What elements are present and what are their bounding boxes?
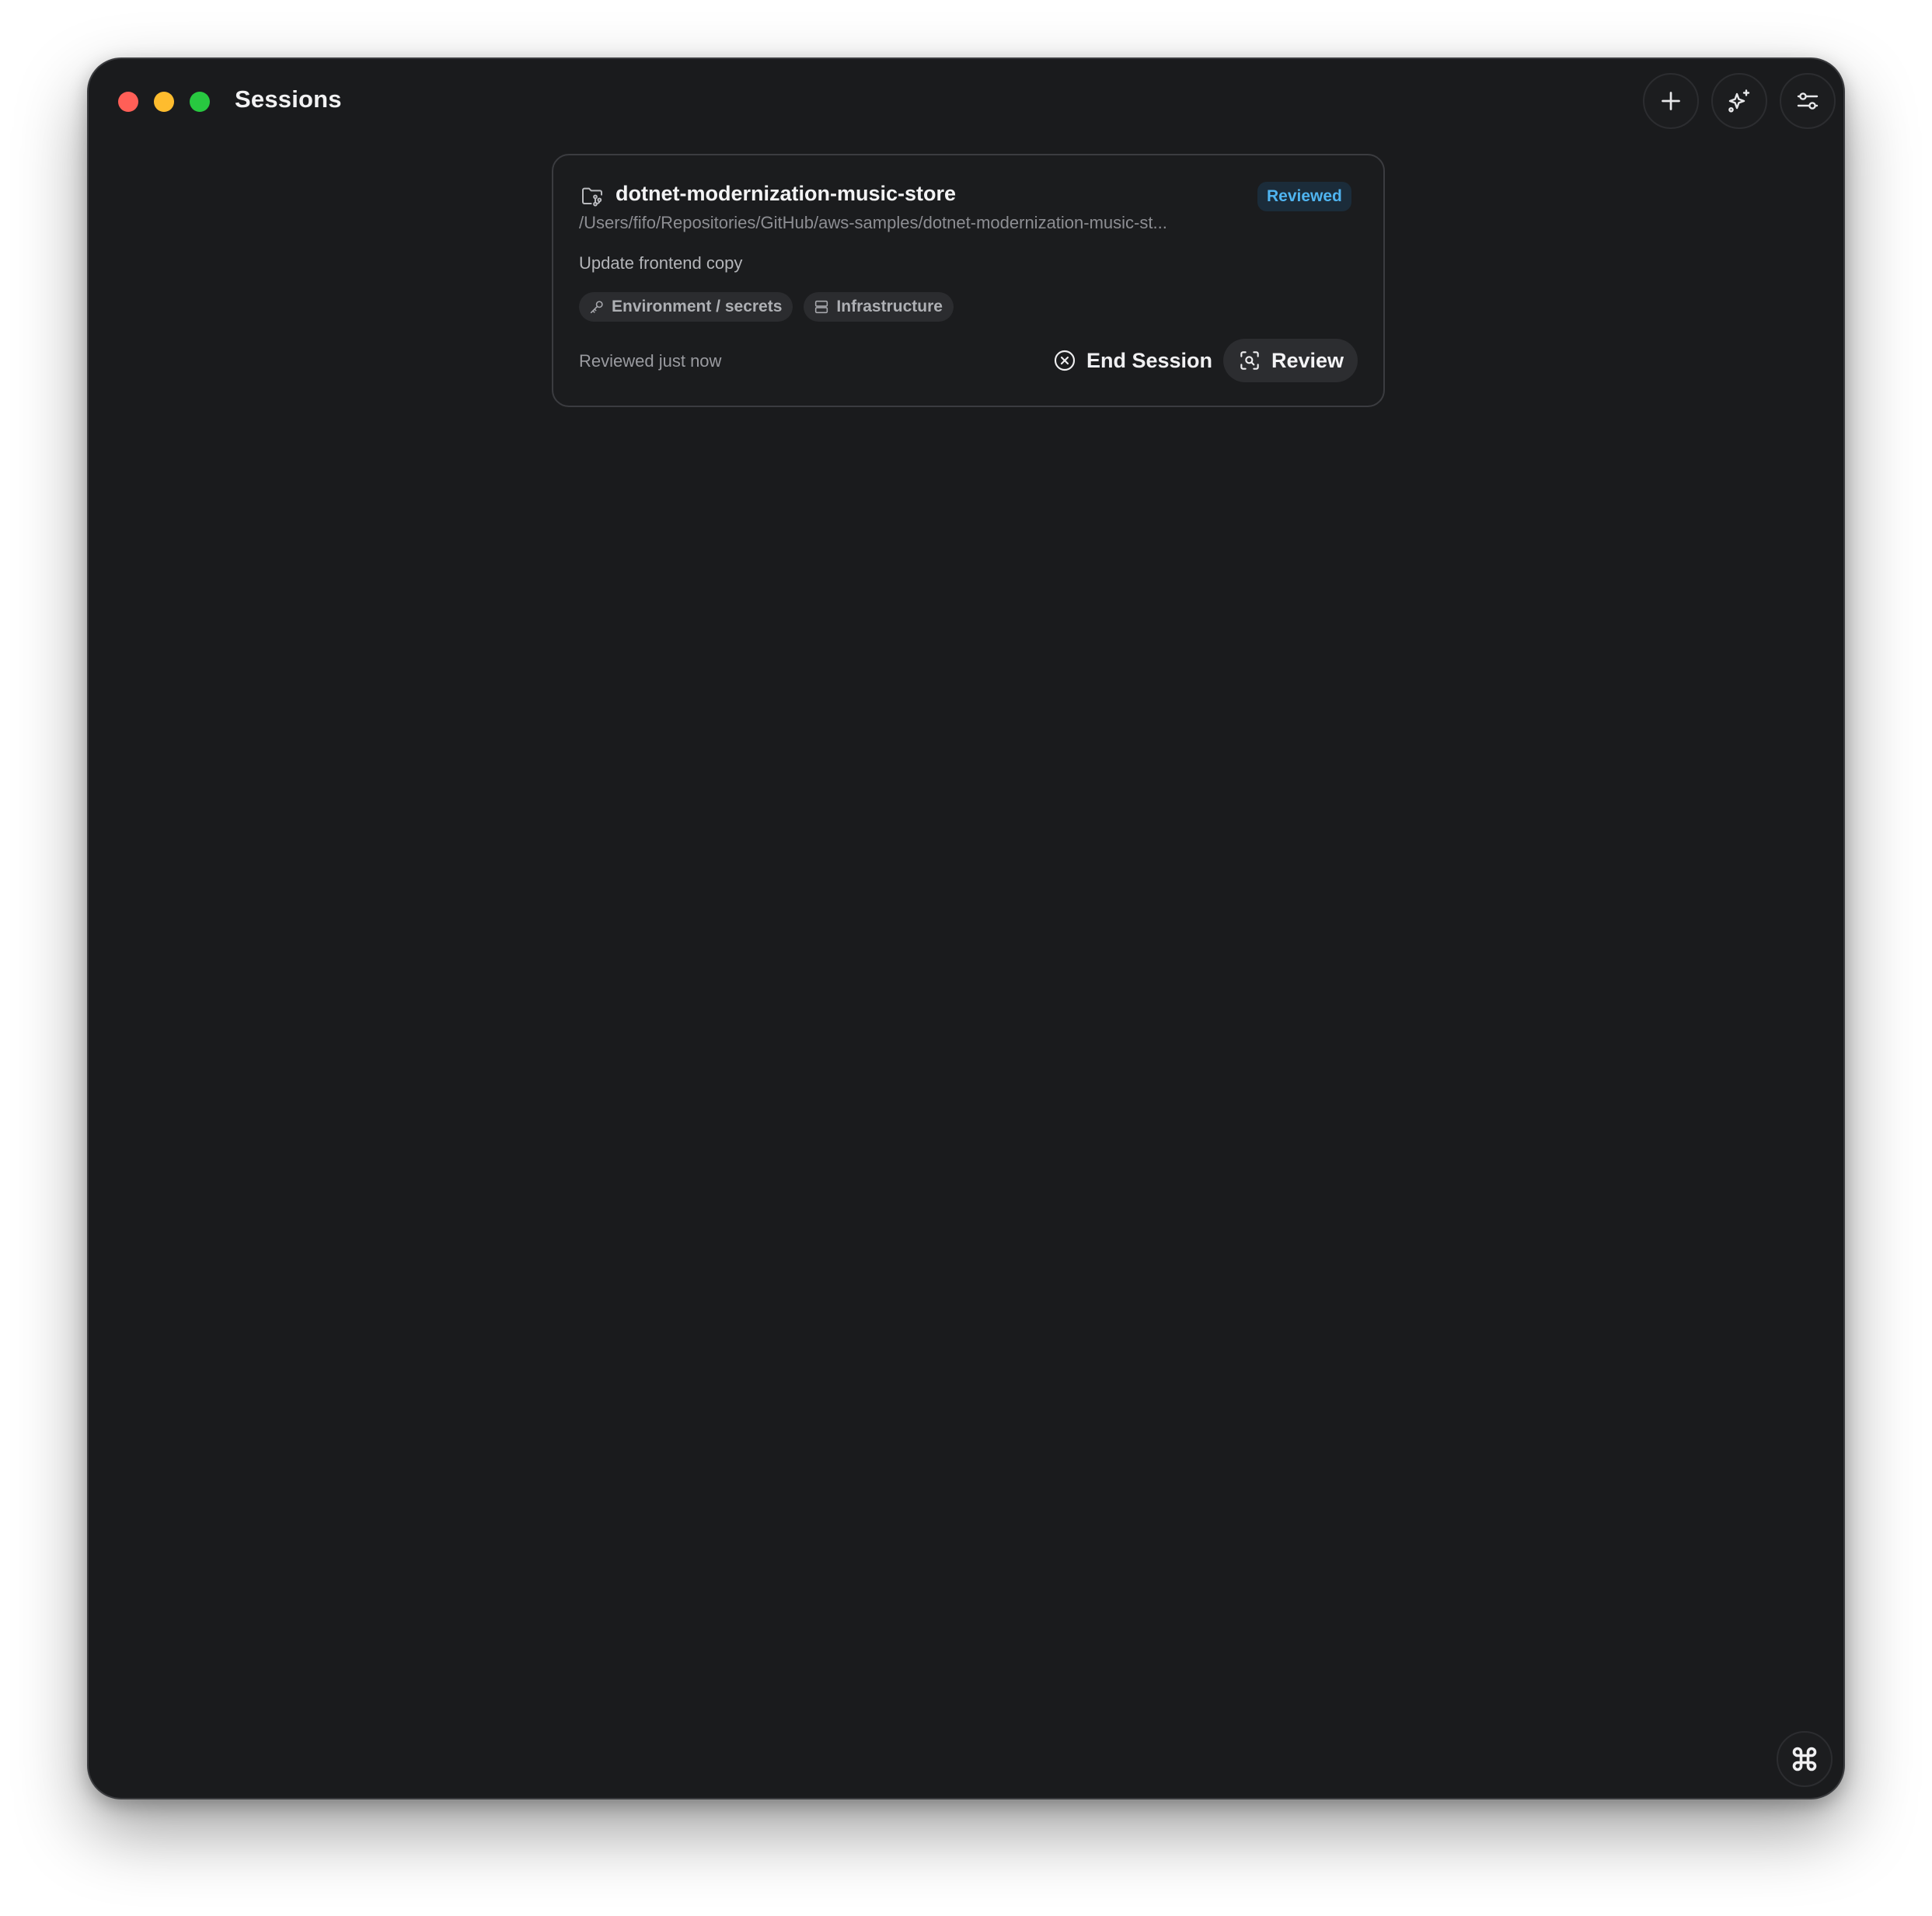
minimize-window-button[interactable] — [154, 92, 174, 112]
command-icon — [1792, 1747, 1817, 1771]
tag-label: Infrastructure — [836, 298, 943, 315]
end-session-button[interactable]: End Session — [1043, 339, 1222, 382]
key-icon — [590, 301, 603, 314]
session-task: Update frontend copy — [579, 253, 743, 273]
plus-icon — [1662, 92, 1680, 110]
tag-list: Environment / secrets Infrastructure — [579, 292, 954, 322]
close-window-button[interactable] — [118, 92, 138, 112]
repo-name: dotnet-modernization-music-store — [616, 182, 957, 205]
tag-infrastructure: Infrastructure — [804, 292, 954, 322]
status-badge: Reviewed — [1257, 182, 1351, 211]
close-circle-icon — [1054, 350, 1076, 371]
repo-path: /Users/fifo/Repositories/GitHub/aws-samp… — [579, 213, 1167, 232]
maximize-window-button[interactable] — [190, 92, 210, 112]
server-icon — [815, 300, 828, 314]
command-palette-button[interactable] — [1777, 1731, 1833, 1787]
sparkle-button[interactable] — [1711, 73, 1767, 129]
sliders-icon — [1797, 92, 1819, 110]
title-bar: Sessions — [89, 59, 1843, 141]
reviewed-timestamp: Reviewed just now — [579, 351, 722, 371]
scan-search-icon — [1240, 351, 1259, 370]
filter-button[interactable] — [1780, 73, 1836, 129]
sparkles-icon — [1728, 89, 1750, 113]
end-session-label: End Session — [1086, 348, 1213, 372]
session-card[interactable]: dotnet-modernization-music-store Reviewe… — [552, 154, 1385, 407]
tag-label: Environment / secrets — [612, 298, 783, 315]
window-title: Sessions — [235, 85, 342, 113]
folder-git-icon — [582, 187, 602, 207]
review-label: Review — [1271, 348, 1344, 372]
tag-environment-secrets: Environment / secrets — [579, 292, 793, 322]
sessions-window: Sessions dotnet-modernization-music-stor… — [87, 57, 1845, 1799]
review-button[interactable]: Review — [1223, 339, 1358, 382]
new-session-button[interactable] — [1643, 73, 1699, 129]
